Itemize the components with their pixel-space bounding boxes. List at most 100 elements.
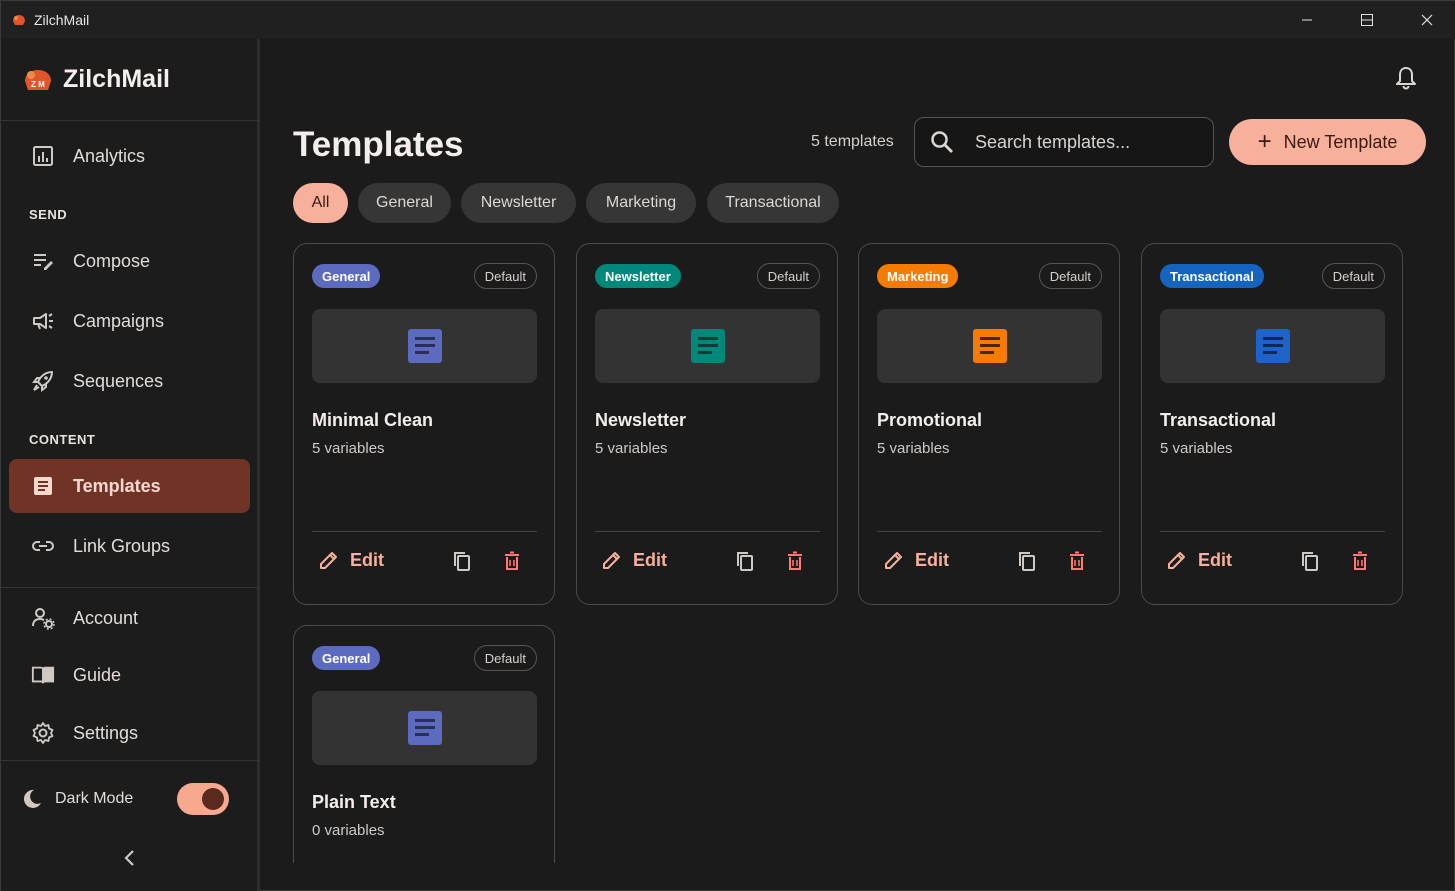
sidebar-item-account[interactable]: Account xyxy=(9,591,250,645)
analytics-icon xyxy=(31,144,55,168)
sidebar-item-analytics[interactable]: Analytics xyxy=(9,129,250,183)
divider xyxy=(1,760,260,761)
search-input[interactable] xyxy=(975,131,1195,153)
template-variables: 5 variables xyxy=(312,440,385,457)
trash-icon[interactable] xyxy=(784,550,806,572)
search-icon xyxy=(931,131,953,153)
brand[interactable]: Z M ZilchMail xyxy=(23,65,170,94)
default-badge: Default xyxy=(473,263,537,289)
template-card[interactable]: General Default Plain Text 0 variables xyxy=(293,625,555,863)
divider xyxy=(312,531,537,532)
template-card[interactable]: Newsletter Default Newsletter 5 variable… xyxy=(576,243,838,605)
copy-icon[interactable] xyxy=(734,550,756,572)
template-variables: 5 variables xyxy=(1160,440,1233,457)
filter-chip-marketing[interactable]: Marketing xyxy=(586,183,696,223)
template-name: Minimal Clean xyxy=(312,410,434,430)
template-icon xyxy=(31,474,55,498)
template-preview[interactable] xyxy=(312,691,537,765)
close-button[interactable] xyxy=(1397,1,1455,39)
filter-chip-transactional[interactable]: Transactional xyxy=(707,183,839,223)
template-name: Newsletter xyxy=(595,410,687,430)
app-logo-icon xyxy=(13,15,25,25)
document-icon xyxy=(690,329,725,363)
default-badge: Default xyxy=(756,263,820,289)
account-settings-icon xyxy=(31,606,55,630)
pencil-icon xyxy=(603,552,620,569)
moon-icon xyxy=(23,789,41,808)
copy-icon[interactable] xyxy=(1299,550,1321,572)
page-title: Templates xyxy=(293,125,464,164)
template-preview[interactable] xyxy=(595,309,820,383)
edit-label: Edit xyxy=(1198,549,1232,570)
template-preview[interactable] xyxy=(877,309,1102,383)
sidebar-item-label: Guide xyxy=(73,664,122,685)
document-icon xyxy=(972,329,1007,363)
section-header-content: CONTENT xyxy=(29,432,96,447)
template-preview[interactable] xyxy=(312,309,537,383)
edit-label: Edit xyxy=(633,549,667,570)
trash-icon[interactable] xyxy=(1349,550,1371,572)
plus-icon: + xyxy=(1257,128,1272,155)
edit-label: Edit xyxy=(350,549,384,570)
sidebar-item-campaigns[interactable]: Campaigns xyxy=(9,294,250,348)
chevron-left-icon[interactable] xyxy=(119,847,141,869)
app-window: ZilchMail Z M ZilchMail Analytics SEND C… xyxy=(0,0,1455,891)
pencil-icon xyxy=(1168,552,1185,569)
sidebar-item-label: Campaigns xyxy=(73,310,165,331)
maximize-icon xyxy=(1361,14,1373,26)
dark-mode-row: Dark Mode xyxy=(21,781,236,817)
template-count: 5 templates xyxy=(811,133,894,150)
window-title: ZilchMail xyxy=(34,12,90,28)
divider xyxy=(877,531,1102,532)
trash-icon[interactable] xyxy=(1066,550,1088,572)
template-card[interactable]: Marketing Default Promotional 5 variable… xyxy=(858,243,1120,605)
sidebar-item-settings[interactable]: Settings xyxy=(9,706,250,760)
edit-button[interactable]: Edit xyxy=(601,549,667,571)
sidebar-item-guide[interactable]: Guide xyxy=(9,648,250,702)
template-card[interactable]: Transactional Default Transactional 5 va… xyxy=(1141,243,1403,605)
edit-button[interactable]: Edit xyxy=(883,549,949,571)
copy-icon[interactable] xyxy=(1016,550,1038,572)
category-badge: General xyxy=(312,646,381,670)
template-name: Promotional xyxy=(877,410,983,430)
toggle-knob xyxy=(202,788,224,810)
filter-chip-all[interactable]: All xyxy=(293,183,348,223)
edit-button[interactable]: Edit xyxy=(1166,549,1232,571)
template-variables: 0 variables xyxy=(312,822,385,839)
filter-chip-newsletter[interactable]: Newsletter xyxy=(461,183,576,223)
maximize-button[interactable] xyxy=(1337,1,1397,39)
edit-button[interactable]: Edit xyxy=(318,549,384,571)
divider xyxy=(595,531,820,532)
sidebar-item-link-groups[interactable]: Link Groups xyxy=(9,519,250,573)
title-bar: ZilchMail xyxy=(1,1,1455,39)
sidebar-item-compose[interactable]: Compose xyxy=(9,234,250,288)
trash-icon[interactable] xyxy=(501,550,523,572)
brand-logo-icon: Z M xyxy=(25,69,51,90)
sidebar-item-label: Account xyxy=(73,607,139,628)
search-box[interactable] xyxy=(914,117,1214,167)
bell-icon[interactable] xyxy=(1393,65,1419,91)
sidebar-item-templates[interactable]: Templates xyxy=(9,459,250,513)
new-template-button[interactable]: + New Template xyxy=(1229,119,1426,165)
sidebar-item-label: Templates xyxy=(73,475,161,496)
gear-icon xyxy=(31,721,55,745)
campaign-icon xyxy=(31,309,55,333)
template-card[interactable]: General Default Minimal Clean 5 variable… xyxy=(293,243,555,605)
pencil-icon xyxy=(885,552,902,569)
template-preview[interactable] xyxy=(1160,309,1385,383)
default-badge: Default xyxy=(1321,263,1385,289)
category-badge: Marketing xyxy=(877,264,959,288)
dark-mode-toggle[interactable] xyxy=(177,783,229,815)
minimize-button-2[interactable] xyxy=(1277,1,1337,39)
category-badge: General xyxy=(312,264,381,288)
document-icon xyxy=(1255,329,1290,363)
template-variables: 5 variables xyxy=(595,440,668,457)
dark-mode-label: Dark Mode xyxy=(55,790,134,807)
copy-icon[interactable] xyxy=(451,550,473,572)
minimize-icon xyxy=(1302,19,1312,21)
default-badge: Default xyxy=(1038,263,1102,289)
sidebar-item-sequences[interactable]: Sequences xyxy=(9,354,250,408)
rocket-icon xyxy=(31,369,55,393)
close-icon xyxy=(1421,14,1433,26)
filter-chip-general[interactable]: General xyxy=(358,183,451,223)
